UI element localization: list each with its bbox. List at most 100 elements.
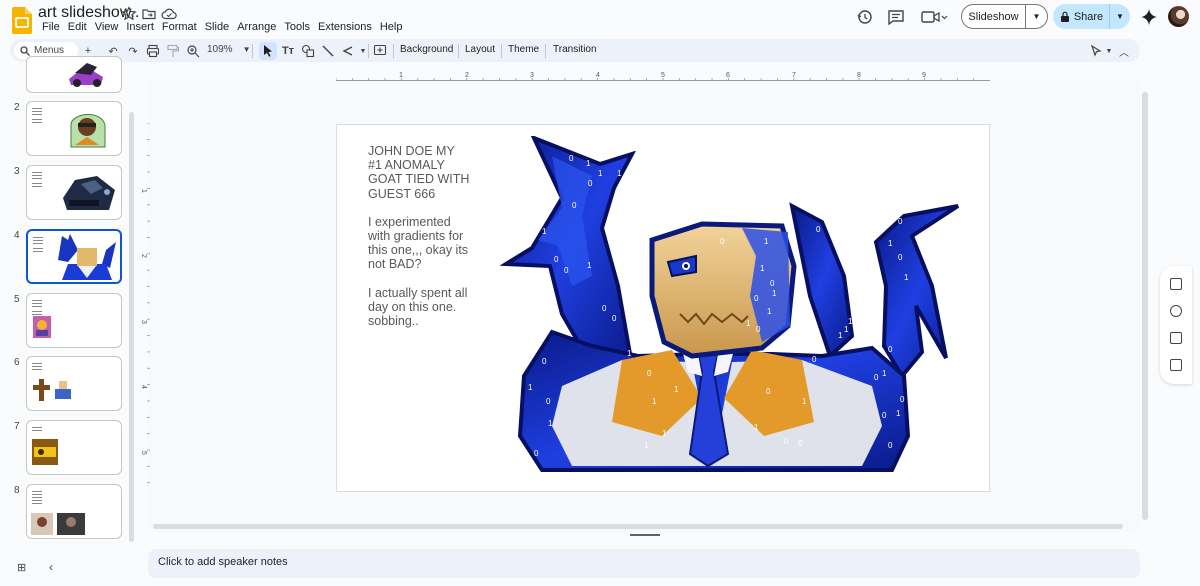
keep-icon[interactable] — [1170, 305, 1182, 317]
print-icon[interactable] — [146, 44, 160, 58]
chevron-down-icon: ▼ — [1116, 12, 1124, 21]
ruler-label: 6 — [726, 72, 730, 79]
transition-button[interactable]: Transition — [553, 44, 597, 55]
svg-text:1: 1 — [848, 317, 853, 326]
layout-button[interactable]: Layout — [465, 44, 495, 55]
share-dropdown-button[interactable]: ▼ — [1109, 4, 1130, 29]
add-comment-icon[interactable] — [373, 44, 387, 58]
ruler-label: 9 — [922, 72, 926, 79]
mask-crop-icon[interactable] — [341, 44, 355, 58]
menu-format[interactable]: Format — [158, 20, 201, 34]
slide-number: 2 — [14, 102, 20, 113]
chevron-down-icon[interactable]: ▼ — [1102, 44, 1116, 58]
chevron-down-icon: ▼ — [242, 45, 251, 54]
slide-thumbnail[interactable] — [26, 356, 122, 411]
svg-text:1: 1 — [860, 225, 865, 234]
background-button[interactable]: Background — [400, 44, 453, 55]
menu-view[interactable]: View — [91, 20, 123, 34]
comments-icon[interactable] — [887, 9, 905, 25]
notes-resize-handle[interactable] — [630, 534, 660, 536]
calendar-icon[interactable] — [1170, 278, 1182, 290]
slide-thumbnail[interactable] — [26, 56, 122, 93]
svg-text:0: 0 — [572, 201, 577, 210]
svg-text:1: 1 — [882, 369, 887, 378]
slides-logo-icon[interactable] — [12, 7, 32, 34]
slide-thumbnail[interactable] — [26, 293, 122, 348]
slide-title-line: JOHN DOE MY — [368, 144, 455, 158]
canvas-horizontal-scrollbar[interactable] — [153, 524, 1123, 529]
filmstrip-scrollbar[interactable] — [129, 112, 134, 542]
redo-icon[interactable]: ↷ — [126, 44, 140, 58]
slide-thumbnail[interactable] — [26, 165, 122, 220]
slideshow-dropdown-button[interactable]: ▼ — [1025, 4, 1048, 29]
svg-text:0: 0 — [898, 253, 903, 262]
shape-icon[interactable] — [301, 44, 315, 58]
menu-slide[interactable]: Slide — [201, 20, 233, 34]
grid-view-icon[interactable]: ⊞ — [17, 561, 26, 574]
slideshow-button[interactable]: Slideshow — [961, 4, 1026, 29]
menu-arrange[interactable]: Arrange — [233, 20, 280, 34]
zoom-value: 109% — [207, 44, 233, 55]
svg-text:0: 0 — [542, 357, 547, 366]
slide-text-line: I experimented — [368, 214, 451, 229]
vertical-ruler[interactable]: 1 2 3 4 5 — [140, 123, 150, 493]
thumbnail-image — [32, 439, 58, 465]
slide-text-line: this one,,, okay its — [368, 243, 469, 258]
svg-text:0: 0 — [900, 395, 905, 404]
tasks-icon[interactable] — [1170, 332, 1182, 344]
svg-text:0: 0 — [832, 215, 837, 224]
svg-text:1: 1 — [544, 299, 549, 308]
svg-text:1: 1 — [760, 264, 765, 273]
slide-text-line: with gradients for — [368, 229, 464, 244]
svg-text:0: 0 — [652, 203, 657, 212]
slide-thumbnail[interactable] — [26, 484, 122, 539]
menu-help[interactable]: Help — [376, 20, 407, 34]
slide-thumbnail-selected[interactable] — [26, 229, 122, 284]
speaker-notes-field[interactable]: Click to add speaker notes — [148, 549, 1140, 578]
ruler-label: 1 — [399, 72, 403, 79]
collapse-filmstrip-icon[interactable]: ‹ — [49, 560, 53, 574]
slide-number: 4 — [14, 230, 20, 241]
toolbar-divider — [368, 44, 369, 58]
thumbnail-image — [33, 316, 51, 338]
paint-format-icon[interactable] — [166, 44, 180, 58]
slide-thumbnail[interactable] — [26, 420, 122, 475]
zoom-level-select[interactable]: 109% ▼ — [207, 44, 251, 55]
ruler-label: 4 — [140, 385, 147, 389]
toolbar-divider — [501, 44, 502, 58]
menu-tools[interactable]: Tools — [280, 20, 314, 34]
thumbnail-image — [69, 63, 103, 87]
folder-icon[interactable] — [1170, 359, 1182, 371]
share-button[interactable]: Share — [1053, 4, 1110, 29]
text-box-icon[interactable]: Tт — [281, 44, 295, 58]
slide-artwork-image[interactable]: 011 1 010 0 1100 1001 0101 0011 1110 0 010 … — [492, 136, 962, 476]
theme-button[interactable]: Theme — [508, 44, 539, 55]
svg-text:0: 0 — [770, 279, 775, 288]
line-icon[interactable] — [321, 44, 335, 58]
toolbar-divider — [458, 44, 459, 58]
svg-text:1: 1 — [838, 331, 843, 340]
svg-text:1: 1 — [627, 349, 632, 358]
zoom-icon[interactable] — [186, 44, 200, 58]
menu-file[interactable]: File — [38, 20, 64, 34]
menu-extensions[interactable]: Extensions — [314, 20, 376, 34]
slide-thumbnail[interactable] — [26, 101, 122, 156]
canvas-vertical-scrollbar[interactable] — [1142, 92, 1148, 520]
horizontal-ruler[interactable]: 1 2 3 4 5 6 7 8 9 — [336, 69, 990, 81]
thumbnail-image — [63, 176, 115, 210]
collapse-toolbar-icon[interactable]: ︿ — [1117, 44, 1131, 59]
toolbar-divider — [393, 44, 394, 58]
menu-edit[interactable]: Edit — [64, 20, 91, 34]
account-avatar[interactable] — [1168, 6, 1189, 27]
gemini-sparkle-icon[interactable] — [1141, 9, 1157, 25]
version-history-icon[interactable] — [856, 9, 874, 25]
meet-camera-icon[interactable] — [921, 9, 949, 25]
thumbnail-image — [70, 114, 106, 148]
slide-text-line: day on this one. — [368, 299, 457, 314]
ruler-label: 8 — [857, 72, 861, 79]
svg-text:1: 1 — [644, 441, 649, 450]
svg-text:0: 0 — [874, 373, 879, 382]
menu-insert[interactable]: Insert — [122, 20, 158, 34]
editing-mode-icon[interactable] — [1089, 44, 1103, 58]
slide-text-box[interactable]: JOHN DOE MY #1 ANOMALY GOAT TIED WITH GU… — [368, 144, 478, 342]
